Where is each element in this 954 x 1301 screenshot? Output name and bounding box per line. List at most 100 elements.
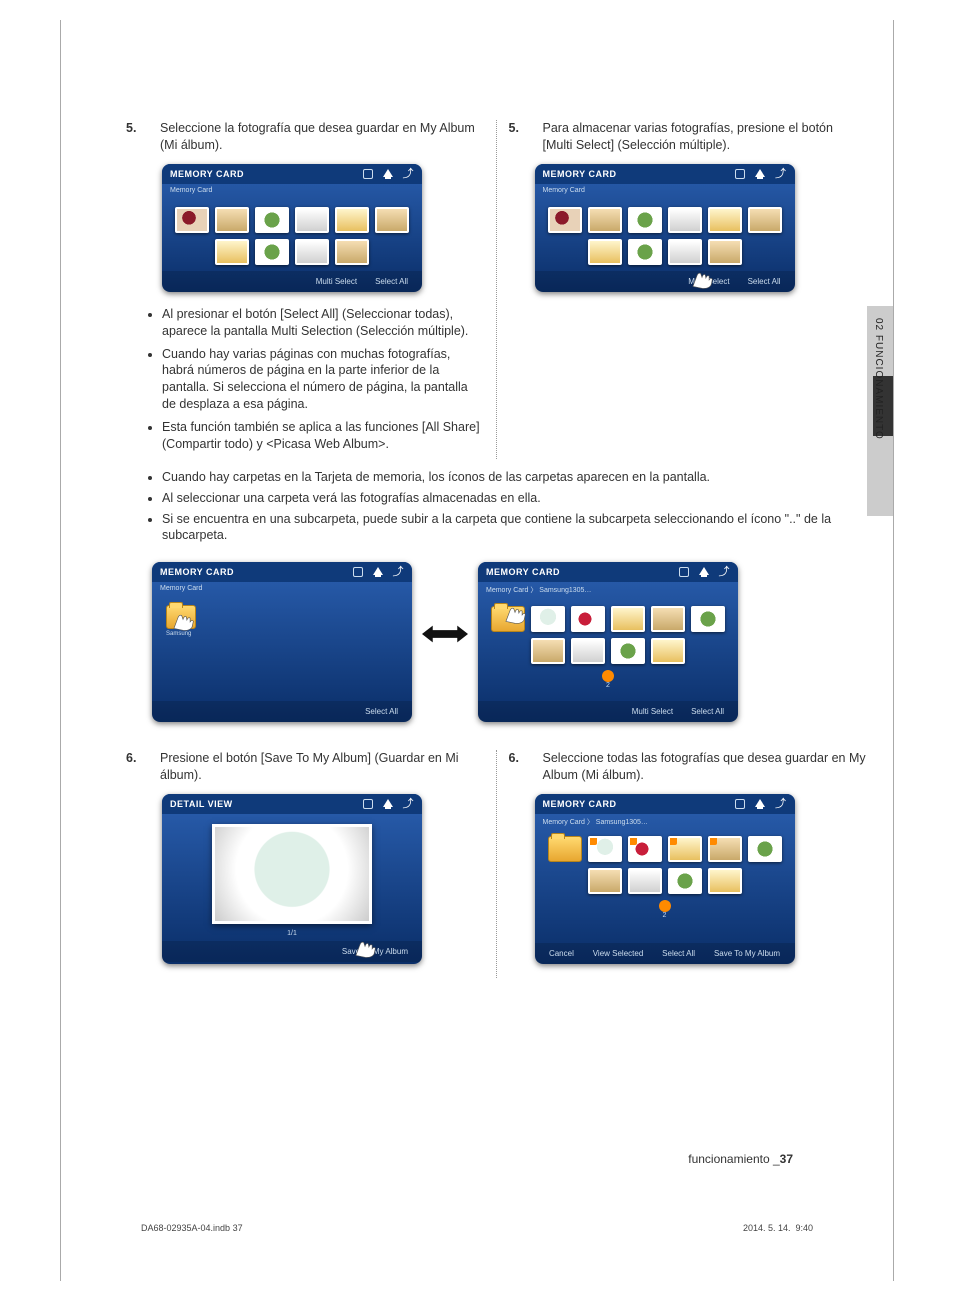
photo-thumb[interactable] [215,239,249,265]
left-column: 5. Seleccione la fotografía que desea gu… [126,120,484,459]
pointing-hand-icon [502,602,528,624]
photo-thumb[interactable] [668,868,702,894]
photo-thumb[interactable] [548,207,582,233]
shot-footer: Multi Select Select All [535,271,795,292]
pointing-hand-icon [170,609,196,631]
home-icon[interactable] [699,567,709,575]
select-all-button[interactable]: Select All [691,707,724,716]
multi-select-button[interactable]: Multi Select [632,707,673,716]
window-icon[interactable] [363,169,373,179]
home-icon[interactable] [373,567,383,575]
shot-title: MEMORY CARD [170,169,244,179]
photo-thumb[interactable] [628,207,662,233]
step-number: 6. [126,750,146,784]
photo-thumb[interactable] [708,836,742,862]
photo-thumb[interactable] [335,207,369,233]
multi-select-button[interactable]: Multi Select [316,277,357,286]
home-icon[interactable] [383,169,393,177]
window-icon[interactable] [735,169,745,179]
shot-title: MEMORY CARD [543,169,617,179]
home-icon[interactable] [755,799,765,807]
breadcrumb: Memory Card 〉 Samsung1305… [535,814,795,830]
step-number: 6. [509,750,529,784]
bullet-item: Cuando hay carpetas en la Tarjeta de mem… [162,469,866,486]
step-number: 5. [509,120,529,154]
thumb-grid [162,197,422,271]
back-icon[interactable]: ⤴ [403,799,415,809]
window-icon[interactable] [679,567,689,577]
shot-header-icons: ⤴ [679,567,731,577]
photo-thumb[interactable] [335,239,369,265]
column-divider [496,120,497,459]
detail-photo[interactable] [212,824,372,924]
shot-header-icons: ⤴ [363,799,415,809]
photo-thumb[interactable] [611,606,645,632]
footer-section: funcionamiento _ [688,1152,779,1166]
photo-thumb[interactable] [588,836,622,862]
photo-thumb[interactable] [651,606,685,632]
photo-thumb[interactable] [571,606,605,632]
window-icon[interactable] [363,799,373,809]
shot-footer: Save To My Album [162,941,422,962]
window-icon[interactable] [735,799,745,809]
shot-footer: Cancel View Selected Select All Save To … [535,943,795,964]
photo-thumb[interactable] [668,239,702,265]
back-icon[interactable]: ⤴ [393,567,405,577]
up-folder-icon[interactable] [548,836,582,862]
photo-thumb[interactable] [708,868,742,894]
save-to-my-album-button[interactable]: Save To My Album [714,949,780,958]
page-indicator: 2 [478,682,738,689]
photo-thumb[interactable] [668,836,702,862]
photo-thumb[interactable] [628,239,662,265]
back-icon[interactable]: ⤴ [719,567,731,577]
right-column: 5. Para almacenar varias fotografías, pr… [509,120,867,459]
photo-thumb[interactable] [295,207,329,233]
photo-thumb[interactable] [748,836,782,862]
photo-thumb[interactable] [628,868,662,894]
right-column-2: 6. Seleccione todas las fotografías que … [509,750,867,978]
select-all-button[interactable]: Select All [662,949,695,958]
photo-thumb[interactable] [295,239,329,265]
page-badge [602,670,614,682]
window-icon[interactable] [353,567,363,577]
side-tab: 02 FUNCIONAMIENTO [867,306,893,516]
photo-thumb[interactable] [588,207,622,233]
photo-thumb[interactable] [588,239,622,265]
shot-title: MEMORY CARD [160,567,234,577]
select-all-button[interactable]: Select All [748,277,781,286]
photo-thumb[interactable] [628,836,662,862]
photo-thumb[interactable] [215,207,249,233]
photo-thumb[interactable] [175,207,209,233]
photo-thumb[interactable] [571,638,605,664]
bullet-item: Cuando hay varias páginas con muchas fot… [162,346,484,414]
folder-area: Samsung [152,595,412,647]
page-frame: 02 FUNCIONAMIENTO 5. Seleccione la fotog… [60,20,894,1281]
home-icon[interactable] [383,799,393,807]
home-icon[interactable] [755,169,765,177]
photo-thumb[interactable] [748,207,782,233]
photo-thumb[interactable] [531,606,565,632]
back-icon[interactable]: ⤴ [775,799,787,809]
page-indicator: 2 [535,912,795,919]
left-bullets: Al presionar el botón [Select All] (Sele… [162,306,484,453]
photo-thumb[interactable] [708,239,742,265]
back-icon[interactable]: ⤴ [403,169,415,179]
photo-thumb[interactable] [611,638,645,664]
select-all-button[interactable]: Select All [365,707,398,716]
photo-thumb[interactable] [588,868,622,894]
select-all-button[interactable]: Select All [375,277,408,286]
photo-thumb[interactable] [255,239,289,265]
check-icon [628,836,637,845]
photo-thumb[interactable] [531,638,565,664]
photo-thumb[interactable] [691,606,725,632]
photo-thumb[interactable] [375,207,409,233]
right-step6: 6. Seleccione todas las fotografías que … [509,750,867,784]
photo-thumb[interactable] [255,207,289,233]
page-badge [659,900,671,912]
view-selected-button[interactable]: View Selected [593,949,644,958]
photo-thumb[interactable] [651,638,685,664]
photo-thumb[interactable] [668,207,702,233]
photo-thumb[interactable] [708,207,742,233]
back-icon[interactable]: ⤴ [775,169,787,179]
cancel-button[interactable]: Cancel [549,949,574,958]
